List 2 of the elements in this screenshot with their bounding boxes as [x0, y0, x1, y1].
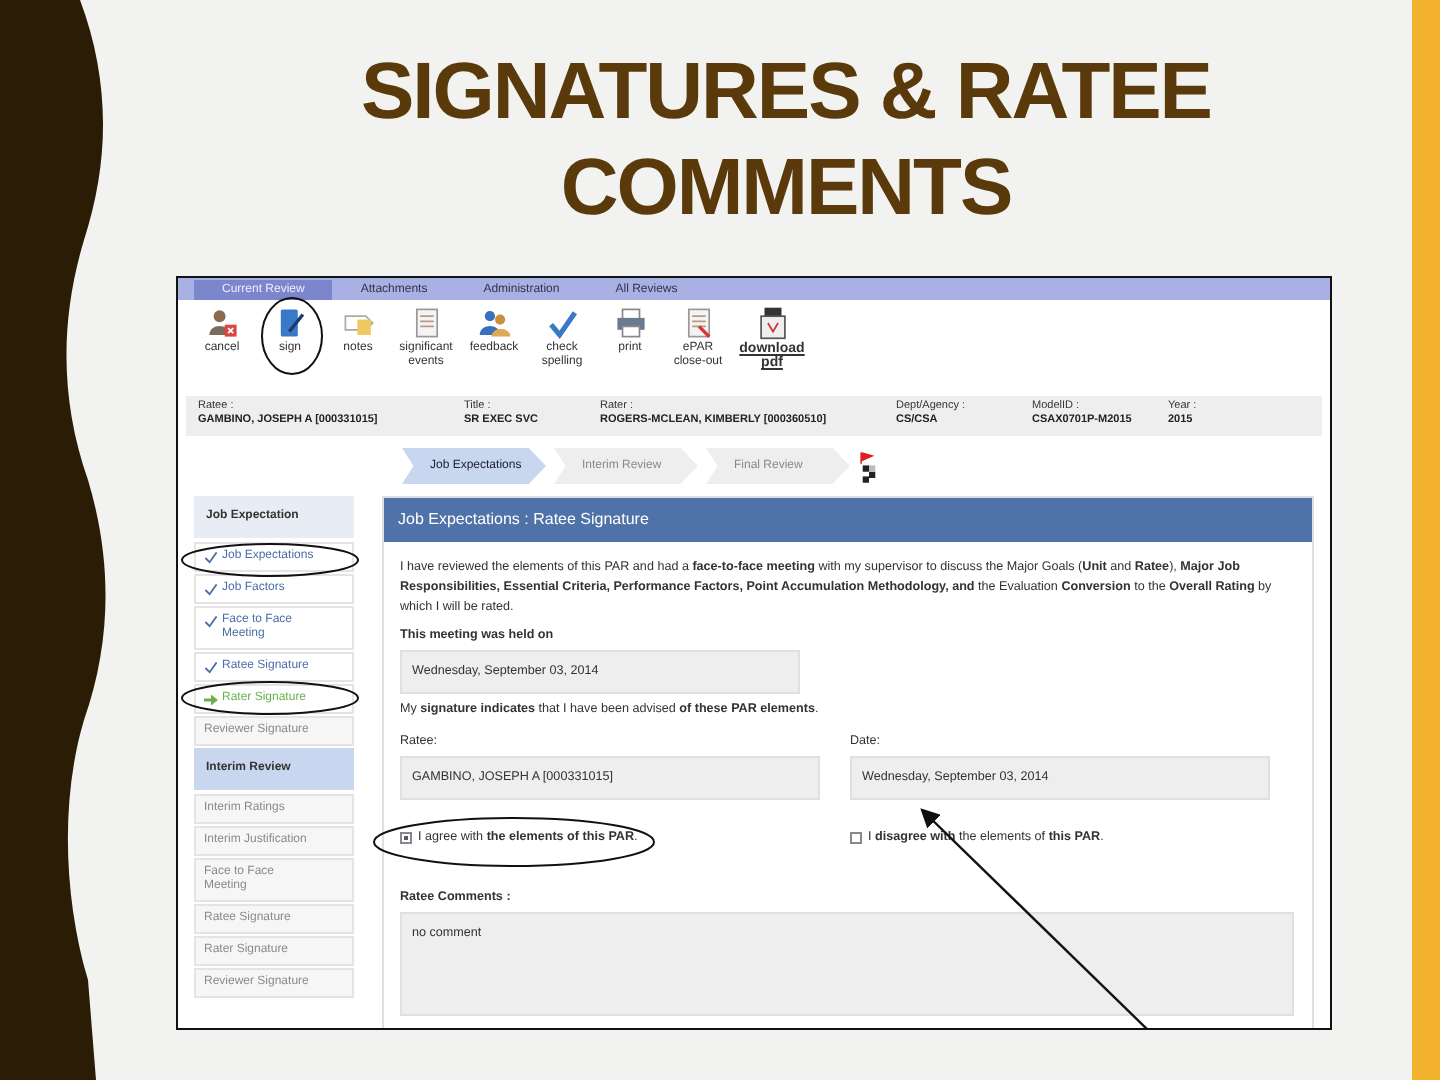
panel-heading: Job Expectations : Ratee Signature — [384, 498, 1312, 542]
slide-title: SIGNATURES & RATEE COMMENTS — [359, 46, 1213, 236]
